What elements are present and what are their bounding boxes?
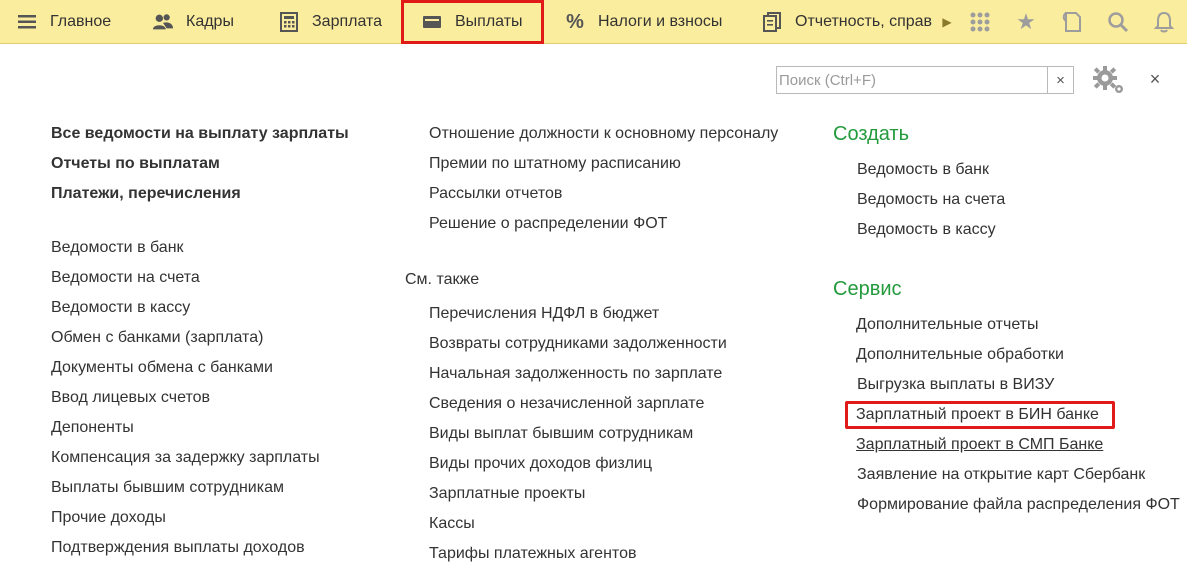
link-bank-statements[interactable]: Ведомости в банк bbox=[51, 238, 184, 258]
clear-search-button[interactable]: × bbox=[1047, 67, 1073, 93]
apps-grid-icon[interactable] bbox=[967, 9, 993, 35]
link-uncredited-salary[interactable]: Сведения о незачисленной зарплате bbox=[429, 394, 704, 414]
link-payroll-fund-decision[interactable]: Решение о распределении ФОТ bbox=[429, 214, 667, 234]
link-other-income[interactable]: Прочие доходы bbox=[51, 508, 166, 528]
percent-icon: % bbox=[566, 10, 584, 33]
see-also-heading: См. также bbox=[405, 271, 480, 288]
link-all-payroll-statements[interactable]: Все ведомости на выплату зарплаты bbox=[51, 124, 349, 144]
link-bank-exchange[interactable]: Обмен с банками (зарплата) bbox=[51, 328, 263, 348]
star-icon[interactable]: ★ bbox=[1013, 9, 1039, 35]
service-heading: Сервис bbox=[833, 278, 902, 300]
link-visa-export[interactable]: Выгрузка выплаты в ВИЗУ bbox=[857, 375, 1054, 395]
tab-label: Главное bbox=[50, 13, 112, 30]
tab-label: Отчетность, справ bbox=[795, 13, 933, 30]
wallet-icon bbox=[421, 11, 443, 33]
more-arrow-icon[interactable]: ▶ bbox=[938, 9, 956, 35]
link-bank-exchange-docs[interactable]: Документы обмена с банками bbox=[51, 358, 273, 378]
link-position-ratio[interactable]: Отношение должности к основному персонал… bbox=[429, 124, 778, 144]
tab-reports[interactable]: Отчетность, справ bbox=[761, 0, 938, 44]
link-staffing-bonuses[interactable]: Премии по штатному расписанию bbox=[429, 154, 681, 174]
link-ndfl-transfers[interactable]: Перечисления НДФЛ в бюджет bbox=[429, 304, 659, 324]
calculator-icon bbox=[278, 11, 300, 33]
create-heading: Создать bbox=[833, 123, 910, 145]
tab-label: Зарплата bbox=[312, 13, 383, 30]
documents-icon bbox=[761, 11, 783, 33]
link-former-employees-payments[interactable]: Выплаты бывшим сотрудникам bbox=[51, 478, 284, 498]
tab-main[interactable]: Главное bbox=[16, 0, 111, 44]
people-icon bbox=[152, 11, 174, 33]
tab-taxes[interactable]: % Налоги и взносы bbox=[564, 0, 722, 44]
link-initial-debt[interactable]: Начальная задолженность по зарплате bbox=[429, 364, 722, 384]
tab-personnel[interactable]: Кадры bbox=[152, 0, 234, 44]
settings-gear-icon[interactable] bbox=[1090, 64, 1126, 96]
link-create-cash-statement[interactable]: Ведомость в кассу bbox=[857, 220, 996, 240]
bell-icon[interactable] bbox=[1151, 9, 1177, 35]
history-icon[interactable] bbox=[1059, 9, 1085, 35]
search-icon[interactable] bbox=[1105, 9, 1131, 35]
link-sberbank-card-application[interactable]: Заявление на открытие карт Сбербанк bbox=[857, 465, 1145, 485]
search-box: × bbox=[776, 66, 1074, 94]
menu-icon bbox=[16, 11, 38, 33]
link-bin-bank-project[interactable]: Зарплатный проект в БИН банке bbox=[856, 405, 1099, 425]
tab-payments[interactable]: Выплаты bbox=[401, 0, 544, 44]
link-additional-processing[interactable]: Дополнительные обработки bbox=[856, 345, 1064, 365]
link-account-statements[interactable]: Ведомости на счета bbox=[51, 268, 200, 288]
link-salary-projects[interactable]: Зарплатные проекты bbox=[429, 484, 585, 504]
tab-salary[interactable]: Зарплата bbox=[278, 0, 382, 44]
link-additional-reports[interactable]: Дополнительные отчеты bbox=[856, 315, 1039, 335]
link-payment-reports[interactable]: Отчеты по выплатам bbox=[51, 154, 220, 174]
link-create-bank-statement[interactable]: Ведомость в банк bbox=[857, 160, 989, 180]
link-income-confirmations[interactable]: Подтверждения выплаты доходов bbox=[51, 538, 305, 558]
link-former-employee-payment-types[interactable]: Виды выплат бывшим сотрудникам bbox=[429, 424, 693, 444]
link-delay-compensation[interactable]: Компенсация за задержку зарплаты bbox=[51, 448, 320, 468]
link-smp-bank-project[interactable]: Зарплатный проект в СМП Банке bbox=[856, 435, 1103, 455]
link-personal-accounts[interactable]: Ввод лицевых счетов bbox=[51, 388, 210, 408]
link-report-mailings[interactable]: Рассылки отчетов bbox=[429, 184, 562, 204]
link-agent-tariffs[interactable]: Тарифы платежных агентов bbox=[429, 544, 636, 564]
tab-label: Выплаты bbox=[455, 13, 523, 30]
link-create-account-statement[interactable]: Ведомость на счета bbox=[857, 190, 1005, 210]
link-payroll-distribution-file[interactable]: Формирование файла распределения ФОТ bbox=[857, 495, 1180, 515]
link-cash-desks[interactable]: Кассы bbox=[429, 514, 475, 534]
link-other-income-types[interactable]: Виды прочих доходов физлиц bbox=[429, 454, 652, 474]
tab-label: Кадры bbox=[186, 13, 234, 30]
top-sections-bar: Главное Кадры Зарплата Выплаты % Налоги … bbox=[0, 0, 1187, 44]
link-payments-transfers[interactable]: Платежи, перечисления bbox=[51, 184, 241, 204]
link-cash-statements[interactable]: Ведомости в кассу bbox=[51, 298, 190, 318]
tab-label: Налоги и взносы bbox=[598, 13, 723, 30]
link-debt-returns[interactable]: Возвраты сотрудниками задолженности bbox=[429, 334, 727, 354]
search-input[interactable] bbox=[777, 67, 1049, 93]
link-depositors[interactable]: Депоненты bbox=[51, 418, 134, 438]
close-button[interactable]: × bbox=[1146, 69, 1164, 89]
